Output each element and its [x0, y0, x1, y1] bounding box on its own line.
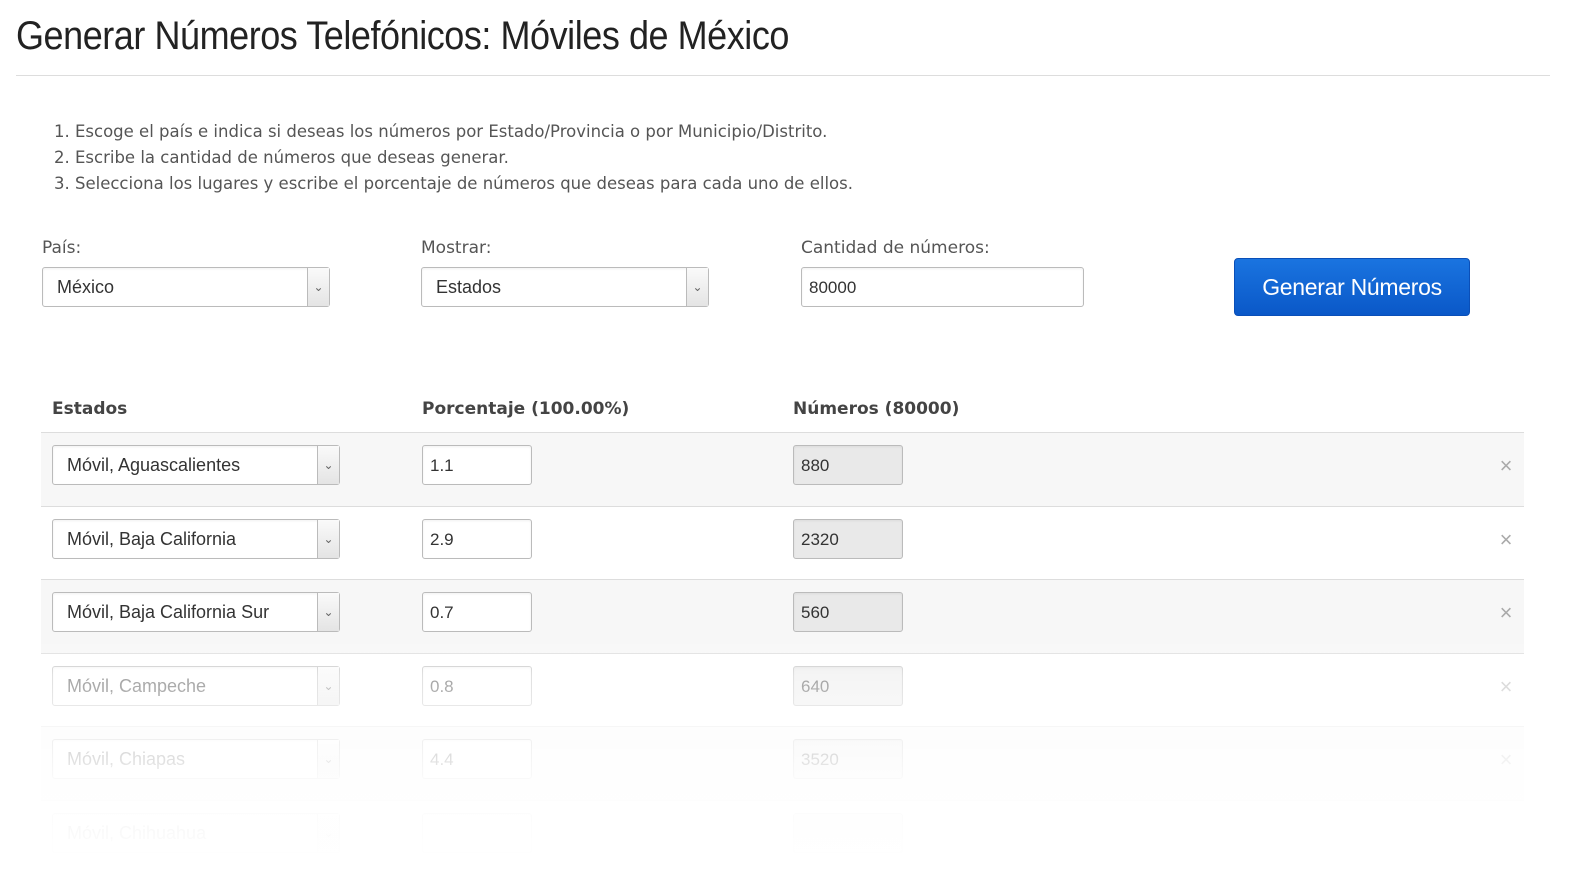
instruction-item: 3. Selecciona los lugares y escribe el p… [54, 174, 853, 193]
place-select-value: Móvil, Campeche [67, 675, 207, 696]
show-label: Mostrar: [421, 238, 492, 258]
place-select-value: Móvil, Baja California [67, 528, 237, 549]
close-icon[interactable]: × [1496, 600, 1516, 626]
table-row: Móvil, Campeche ⌄ 0.8 640 × [41, 652, 1524, 727]
chevron-down-icon: ⌄ [317, 740, 339, 778]
place-select[interactable]: Móvil, Aguascalientes ⌄ [52, 445, 340, 485]
place-select[interactable]: Móvil, Campeche ⌄ [52, 665, 340, 706]
table-row: Móvil, Baja California Sur ⌄ 0.7 560 × [41, 579, 1524, 653]
country-select[interactable]: México ⌄ [42, 267, 330, 307]
country-label: País: [42, 238, 82, 258]
place-select-value: Móvil, Baja California Sur [67, 602, 270, 622]
place-select[interactable]: Móvil, Baja California ⌄ [52, 518, 340, 559]
title-divider [16, 75, 1550, 76]
places-table: Móvil, Aguascalientes ⌄ 1.1 880 × Móvil,… [41, 432, 1524, 873]
numbers-field [793, 812, 903, 853]
place-select[interactable]: Móvil, Chihuahua ⌄ [52, 812, 340, 853]
page-title: Generar Números Telefónicos: Móviles de … [16, 14, 789, 58]
table-row: Móvil, Baja California ⌄ 2.9 2320 × [41, 505, 1524, 580]
place-select-value: Móvil, Chiapas [67, 749, 186, 769]
numbers-field: 3520 [793, 739, 903, 779]
quantity-label: Cantidad de números: [801, 238, 990, 258]
numbers-field: 640 [793, 665, 903, 706]
column-header-percentage: Porcentaje (100.00%) [422, 399, 630, 419]
close-icon[interactable]: × [1496, 527, 1516, 553]
numbers-field: 880 [793, 445, 903, 485]
place-select[interactable]: Móvil, Baja California Sur ⌄ [52, 592, 340, 632]
percentage-input[interactable]: 0.8 [422, 665, 532, 706]
place-select[interactable]: Móvil, Chiapas ⌄ [52, 739, 340, 779]
percentage-input[interactable]: 2.9 [422, 518, 532, 559]
numbers-field: 560 [793, 592, 903, 632]
chevron-down-icon: ⌄ [317, 813, 339, 852]
chevron-down-icon: ⌄ [317, 666, 339, 705]
column-header-places: Estados [52, 399, 128, 419]
instructions-list: 1. Escoge el país e indica si deseas los… [54, 119, 853, 197]
close-icon[interactable]: × [1496, 674, 1516, 700]
percentage-input[interactable]: 0.7 [422, 592, 532, 632]
generate-numbers-button[interactable]: Generar Números [1234, 258, 1470, 316]
chevron-down-icon: ⌄ [686, 268, 708, 306]
column-header-numbers: Números (80000) [793, 399, 960, 419]
show-select-value: Estados [436, 277, 502, 297]
numbers-field: 2320 [793, 518, 903, 559]
show-select[interactable]: Estados ⌄ [421, 267, 709, 307]
country-select-value: México [57, 277, 115, 297]
chevron-down-icon: ⌄ [317, 446, 339, 484]
chevron-down-icon: ⌄ [317, 593, 339, 631]
chevron-down-icon: ⌄ [307, 268, 329, 306]
table-row: Móvil, Chiapas ⌄ 4.4 3520 × [41, 726, 1524, 800]
percentage-input[interactable] [422, 812, 532, 853]
place-select-value: Móvil, Aguascalientes [67, 455, 241, 475]
instruction-item: 1. Escoge el país e indica si deseas los… [54, 122, 828, 141]
quantity-input[interactable]: 80000 [801, 267, 1084, 307]
percentage-input[interactable]: 4.4 [422, 739, 532, 779]
close-icon[interactable]: × [1496, 747, 1516, 773]
table-row: Móvil, Aguascalientes ⌄ 1.1 880 × [41, 432, 1524, 506]
place-select-value: Móvil, Chihuahua [67, 822, 207, 843]
table-row: Móvil, Chihuahua ⌄ [41, 799, 1524, 874]
chevron-down-icon: ⌄ [317, 519, 339, 558]
instruction-item: 2. Escribe la cantidad de números que de… [54, 148, 509, 167]
close-icon[interactable]: × [1496, 453, 1516, 479]
percentage-input[interactable]: 1.1 [422, 445, 532, 485]
